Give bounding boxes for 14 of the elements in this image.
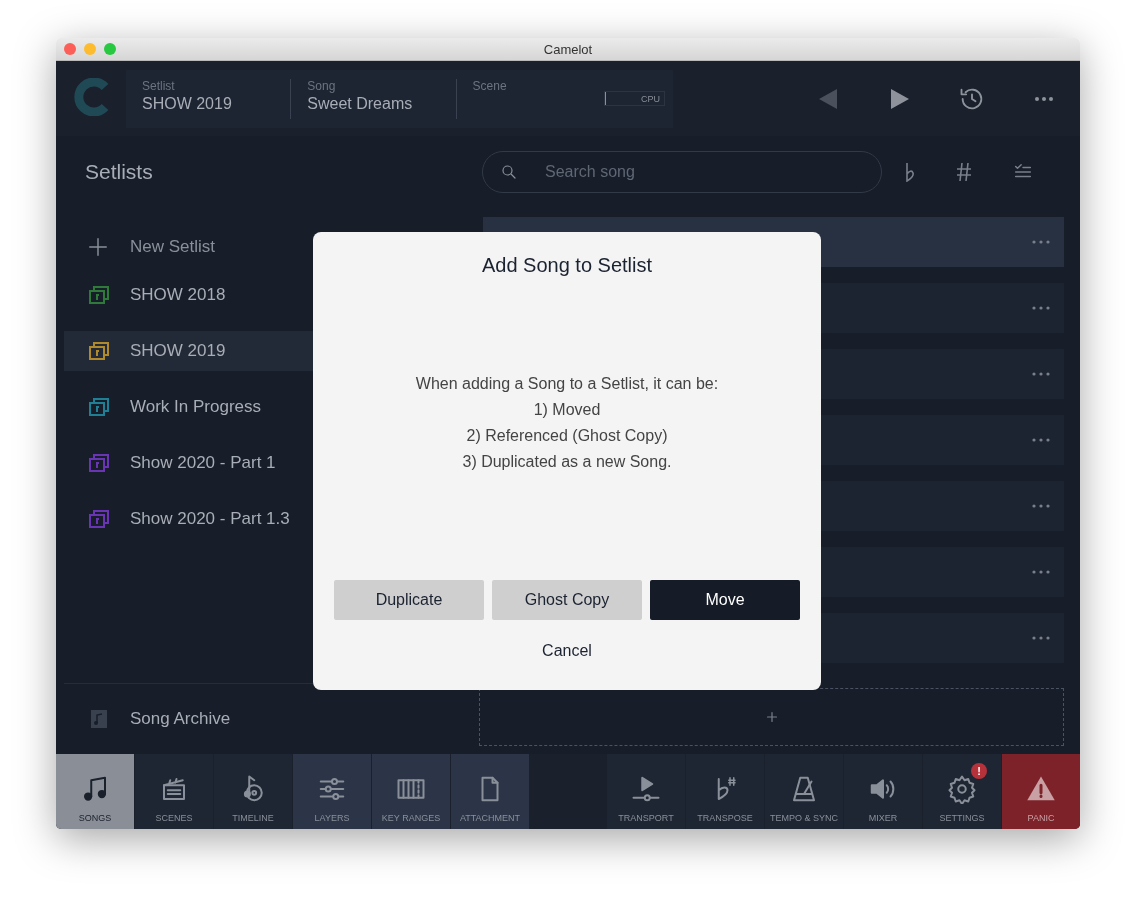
field-value: Sweet Dreams (307, 94, 414, 113)
dialog-message-line: 1) Moved (533, 400, 601, 420)
dialog-message-line: 2) Referenced (Ghost Copy) (466, 426, 668, 446)
dialog-title: Add Song to Setlist (481, 254, 653, 277)
field-label: Scene (472, 78, 508, 93)
sidebar-title: Setlists (85, 160, 153, 183)
field-label: Setlist (142, 78, 176, 93)
dialog-message-line: When adding a Song to a Setlist, it can be: (415, 374, 719, 394)
field-value: SHOW 2019 (142, 94, 233, 113)
window-title: Camelot (543, 41, 593, 57)
alert-badge: ! (971, 763, 987, 779)
cpu-label: CPU (641, 93, 661, 104)
dialog-message-line: 3) Duplicated as a new Song. (462, 452, 672, 472)
field-label: Song (307, 78, 337, 93)
